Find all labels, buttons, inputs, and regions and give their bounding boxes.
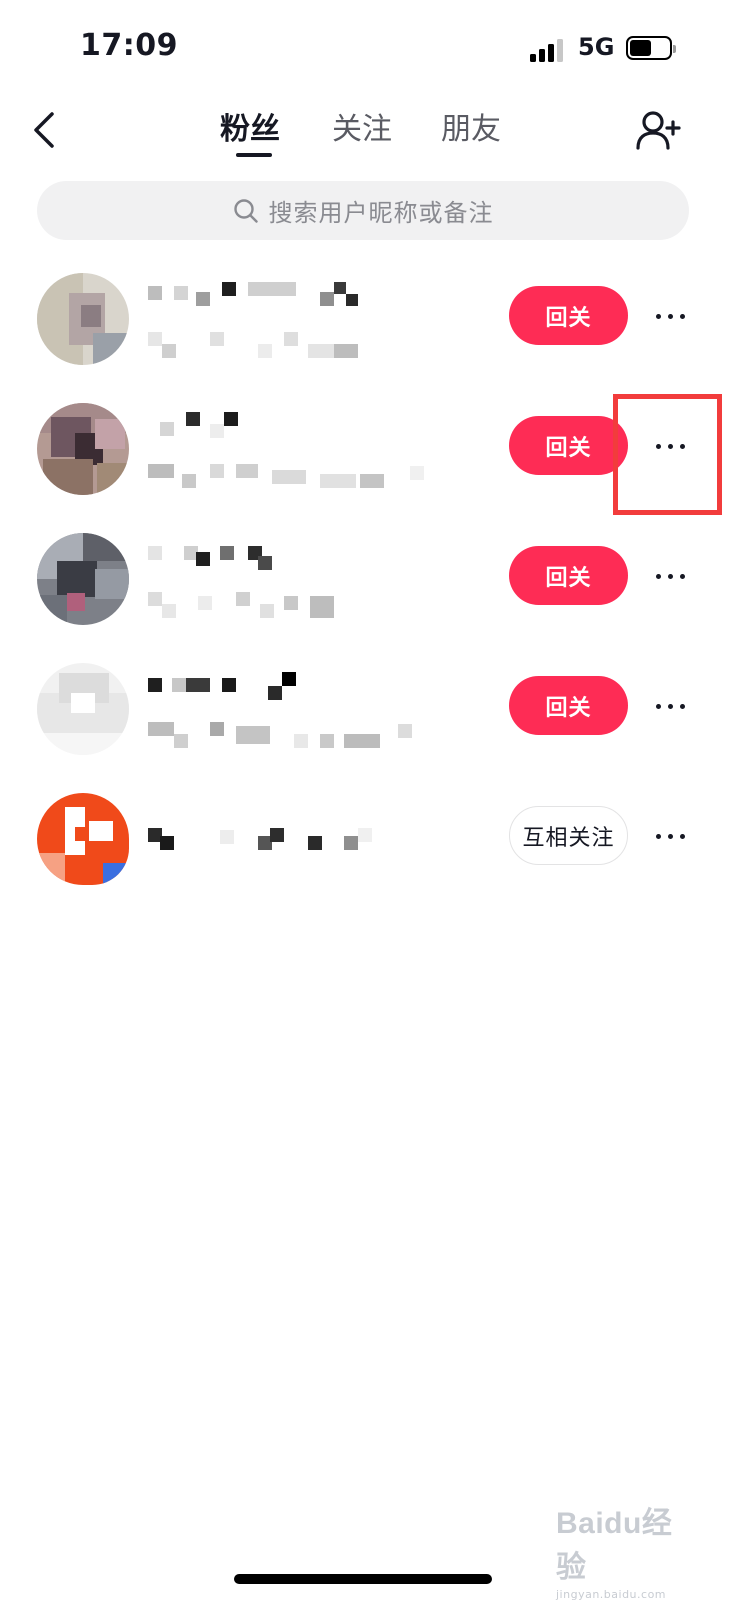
tab-following[interactable]: 关注 <box>332 110 392 154</box>
avatar[interactable] <box>37 403 129 495</box>
cellular-signal-icon <box>530 38 566 62</box>
home-indicator[interactable] <box>234 1574 492 1584</box>
list-item[interactable]: 回关 <box>0 520 739 650</box>
baidu-jingyan-watermark: Baidu经验 jingyan.baidu.com <box>556 1498 696 1600</box>
more-options-button[interactable] <box>646 556 694 596</box>
list-item[interactable]: 回关 <box>0 260 739 390</box>
watermark-main: Baidu经验 <box>556 1507 673 1584</box>
more-dots-icon <box>655 703 661 709</box>
add-friend-button[interactable] <box>632 104 684 156</box>
more-dots-icon <box>655 313 661 319</box>
user-nickname-blurred <box>148 672 438 700</box>
status-time: 17:09 <box>80 28 178 63</box>
search-icon <box>233 198 258 223</box>
follow-back-button[interactable]: 回关 <box>509 286 628 345</box>
list-item[interactable]: 互相关注 <box>0 780 739 910</box>
user-nickname-blurred <box>148 282 438 310</box>
more-options-button[interactable] <box>646 816 694 856</box>
user-nickname-blurred <box>148 542 438 570</box>
user-subtitle-blurred <box>148 722 438 750</box>
more-dots-icon <box>655 833 661 839</box>
user-subtitle-blurred <box>148 592 438 620</box>
more-options-button[interactable] <box>646 296 694 336</box>
chevron-left-icon <box>34 112 54 148</box>
avatar[interactable] <box>37 273 129 365</box>
avatar[interactable] <box>37 663 129 755</box>
battery-icon <box>626 36 676 60</box>
avatar[interactable] <box>37 793 129 885</box>
search-placeholder: 搜索用户昵称或备注 <box>268 199 494 227</box>
follow-back-button[interactable]: 回关 <box>509 416 628 475</box>
status-bar: 17:09 5G <box>0 0 739 100</box>
avatar[interactable] <box>37 533 129 625</box>
back-button[interactable] <box>22 108 66 152</box>
mutual-follow-button[interactable]: 互相关注 <box>509 806 628 865</box>
user-subtitle-blurred <box>148 462 438 490</box>
more-options-button[interactable] <box>646 686 694 726</box>
list-item[interactable]: 回关 <box>0 650 739 780</box>
follow-back-button[interactable]: 回关 <box>509 546 628 605</box>
tab-friends[interactable]: 朋友 <box>441 110 501 154</box>
add-user-icon <box>636 111 681 150</box>
user-nickname-blurred <box>148 828 438 856</box>
follow-back-button[interactable]: 回关 <box>509 676 628 735</box>
highlight-annotation-box <box>613 394 722 515</box>
user-subtitle-blurred <box>148 332 438 360</box>
active-tab-indicator <box>236 153 272 157</box>
search-input[interactable]: 搜索用户昵称或备注 <box>37 181 689 240</box>
watermark-sub: jingyan.baidu.com <box>556 1588 667 1600</box>
more-dots-icon <box>655 573 661 579</box>
top-nav: 粉丝 关注 朋友 <box>0 100 739 164</box>
user-nickname-blurred <box>148 412 438 440</box>
network-type: 5G <box>578 33 615 61</box>
tab-fans[interactable]: 粉丝 <box>220 110 280 154</box>
